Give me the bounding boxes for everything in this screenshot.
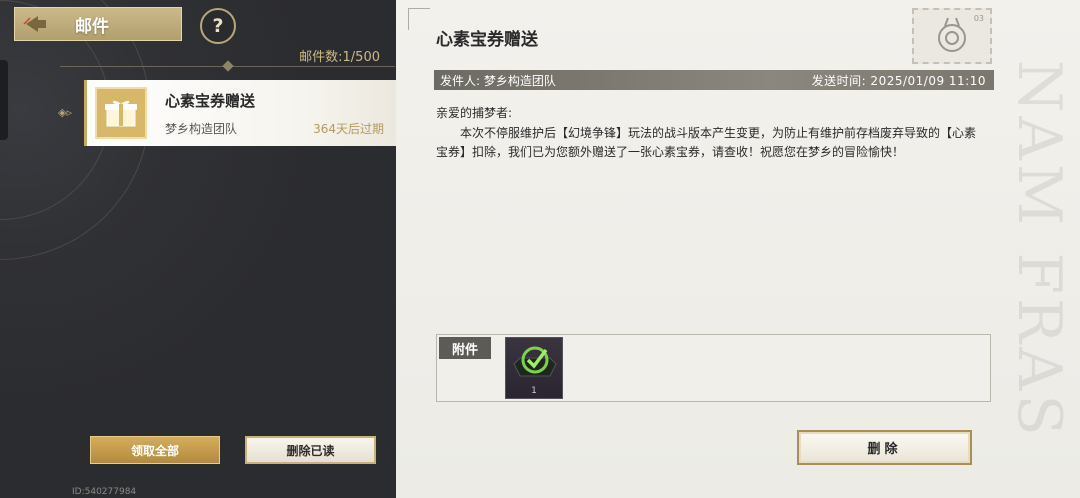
- attachments-label: 附件: [439, 337, 491, 359]
- mail-body: 亲爱的捕梦者: 本次不停服维护后【幻境争锋】玩法的战斗版本产生变更，为防止有维护…: [436, 104, 984, 162]
- claim-all-label: 领取全部: [130, 443, 179, 458]
- send-time: 发送时间: 2025/01/09 11:10: [811, 73, 986, 88]
- mail-item-expiry: 364天后过期: [313, 122, 384, 136]
- mail-count: 邮件数:1/500: [299, 50, 380, 65]
- coupon-check-icon: [513, 346, 557, 377]
- mail-body-text: 本次不停服维护后【幻境争锋】玩法的战斗版本产生变更，为防止有维护前存档废弃导致的…: [436, 126, 977, 159]
- claim-all-button[interactable]: 领取全部: [90, 436, 220, 464]
- mail-item-sender: 梦乡构造团队: [165, 122, 238, 136]
- diamond-icon: [222, 60, 234, 72]
- sender-label: 发件人: 梦乡构造团队: [440, 73, 556, 88]
- player-id: ID:540277984: [72, 487, 137, 497]
- back-button[interactable]: 邮件: [14, 7, 182, 41]
- mail-item-title: 心素宝券赠送: [165, 92, 256, 110]
- mail-meta-bar: 发件人: 梦乡构造团队 发送时间: 2025/01/09 11:10: [434, 70, 994, 90]
- mail-list-panel: 邮件 ? 邮件数:1/500 ◈▹ 心素宝券赠送 梦乡构造团队 364天后过期 …: [0, 0, 396, 498]
- attachments-box: 附件 1: [436, 334, 991, 402]
- decorative-watermark: NAM FRAS: [1004, 60, 1074, 440]
- corner-ornament: [408, 8, 430, 30]
- delete-label: 删除: [867, 442, 902, 457]
- delete-read-button[interactable]: 删除已读: [245, 436, 376, 464]
- mail-list-item[interactable]: 心素宝券赠送 梦乡构造团队 364天后过期: [84, 80, 396, 146]
- delete-button[interactable]: 删除: [797, 430, 972, 465]
- stamp-number: 03: [973, 14, 984, 23]
- edge-tab[interactable]: [0, 60, 8, 140]
- mail-detail-title: 心素宝券赠送: [436, 30, 538, 50]
- attachment-item[interactable]: 1: [505, 337, 563, 399]
- back-arrow-icon: [15, 8, 55, 40]
- delete-read-label: 删除已读: [286, 443, 335, 458]
- page-title: 邮件: [75, 16, 109, 37]
- help-button[interactable]: ?: [200, 8, 236, 44]
- question-mark-icon: ?: [212, 15, 224, 37]
- selection-pointer-icon: ◈▹: [58, 106, 72, 119]
- attachment-quantity: 1: [531, 386, 537, 396]
- mail-greeting: 亲爱的捕梦者:: [436, 106, 513, 120]
- gift-box-icon: [95, 87, 147, 139]
- mail-detail-panel: 心素宝券赠送 03 发件人: 梦乡构造团队 发送时间: 2025/01/09 1…: [396, 0, 1080, 498]
- stamp-icon: 03: [912, 8, 992, 64]
